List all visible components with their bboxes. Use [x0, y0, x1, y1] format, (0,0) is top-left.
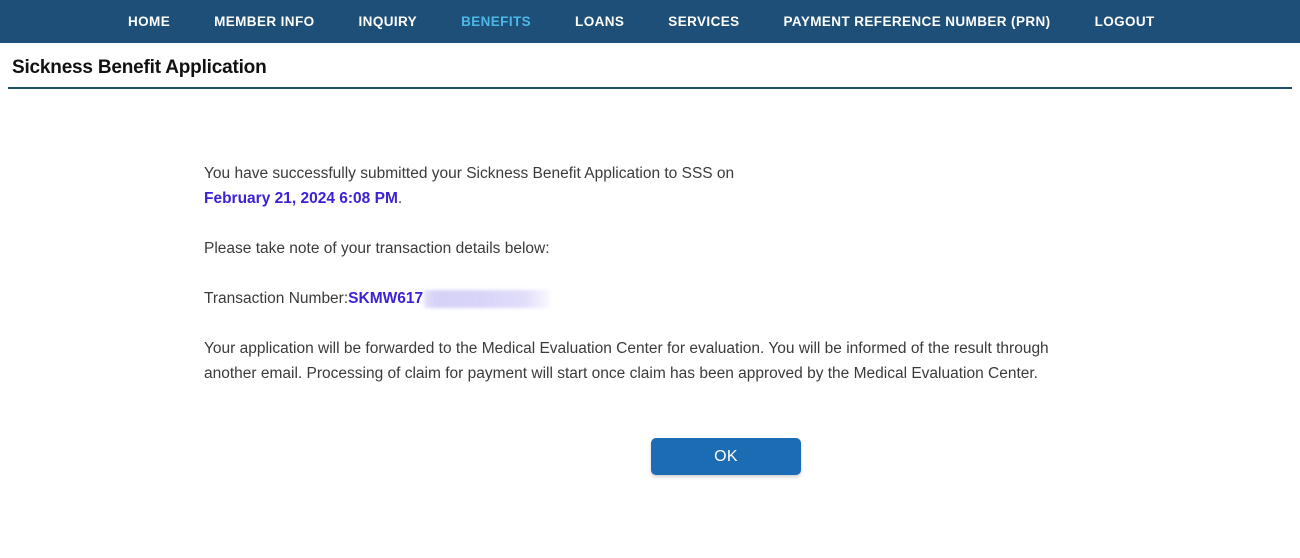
action-row: OK [204, 438, 1300, 475]
transaction-number-label: Transaction Number: [204, 290, 349, 307]
transaction-note: Please take note of your transaction det… [204, 240, 550, 257]
top-navigation-bar: HOME MEMBER INFO INQUIRY BENEFITS LOANS … [0, 0, 1300, 43]
nav-item-loans[interactable]: LOANS [575, 0, 624, 43]
submitted-datetime: February 21, 2024 6:08 PM [204, 190, 398, 207]
nav-item-home[interactable]: HOME [128, 0, 170, 43]
page-header: Sickness Benefit Application [0, 43, 1300, 79]
ok-button[interactable]: OK [651, 438, 801, 475]
transaction-number-row: Transaction Number: SKMW617 [204, 286, 804, 311]
nav-item-member-info[interactable]: MEMBER INFO [214, 0, 314, 43]
forwarding-notice: Your application will be forwarded to th… [204, 340, 1049, 382]
success-message-prefix: You have successfully submitted your Sic… [204, 165, 735, 182]
nav-item-logout[interactable]: LOGOUT [1095, 0, 1155, 43]
nav-item-prn[interactable]: PAYMENT REFERENCE NUMBER (PRN) [784, 0, 1051, 43]
success-message-suffix: . [397, 190, 403, 207]
confirmation-content: You have successfully submitted your Sic… [0, 89, 1300, 475]
nav-item-services[interactable]: SERVICES [668, 0, 739, 43]
transaction-number-redaction [424, 289, 551, 308]
page-title: Sickness Benefit Application [12, 57, 267, 78]
success-message: You have successfully submitted your Sic… [204, 161, 804, 211]
nav-item-inquiry[interactable]: INQUIRY [359, 0, 418, 43]
nav-item-benefits[interactable]: BENEFITS [461, 0, 531, 43]
transaction-number-value: SKMW617 [348, 290, 424, 307]
